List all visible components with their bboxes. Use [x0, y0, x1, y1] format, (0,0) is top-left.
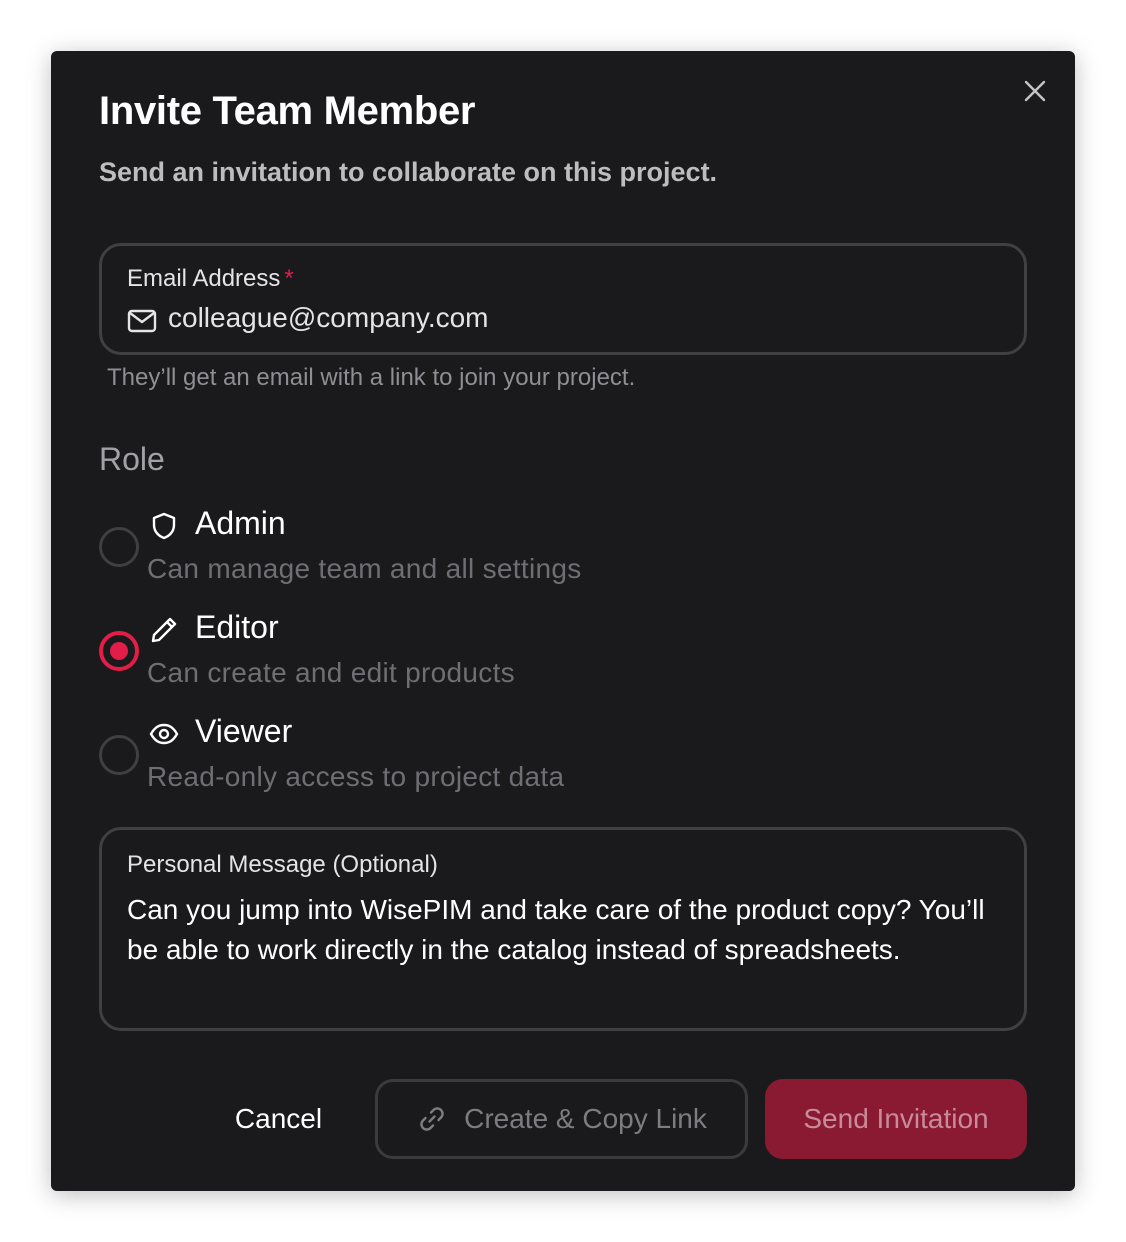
radio-editor[interactable]: [99, 631, 139, 671]
create-copy-link-button[interactable]: Create & Copy Link: [375, 1079, 748, 1159]
radio-admin[interactable]: [99, 527, 139, 567]
cancel-button[interactable]: Cancel: [211, 1080, 346, 1158]
personal-message-field[interactable]: Personal Message (Optional) Can you jump…: [99, 827, 1027, 1031]
eye-icon: [149, 723, 179, 745]
close-icon: [1024, 80, 1046, 102]
close-button[interactable]: [1021, 77, 1049, 105]
role-option-viewer[interactable]: Viewer Read-only access to project data: [99, 713, 799, 809]
role-section-label: Role: [99, 441, 165, 477]
email-input[interactable]: [168, 296, 988, 340]
email-field-label: Email Address *: [127, 265, 294, 293]
mail-icon: [127, 309, 157, 333]
email-label-text: Email Address: [127, 265, 281, 292]
role-name-viewer: Viewer: [195, 713, 293, 749]
role-desc-admin: Can manage team and all settings: [147, 553, 582, 584]
email-field-container: Email Address *: [99, 243, 1027, 355]
dialog-title: Invite Team Member: [99, 89, 476, 133]
radio-viewer[interactable]: [99, 735, 139, 775]
copy-link-label: Create & Copy Link: [464, 1103, 707, 1134]
message-label: Personal Message (Optional): [127, 851, 438, 878]
email-hint: They’ll get an email with a link to join…: [107, 364, 636, 391]
role-name-admin: Admin: [195, 505, 286, 541]
role-option-editor[interactable]: Editor Can create and edit products: [99, 609, 799, 705]
link-icon: [420, 1107, 444, 1131]
send-invitation-button[interactable]: Send Invitation: [765, 1079, 1027, 1159]
role-desc-editor: Can create and edit products: [147, 657, 515, 688]
invite-dialog: Invite Team Member Send an invitation to…: [51, 51, 1075, 1191]
shield-icon: [152, 512, 176, 540]
pencil-icon: [151, 617, 177, 643]
required-mark: *: [284, 265, 294, 292]
role-desc-viewer: Read-only access to project data: [147, 761, 565, 792]
role-name-editor: Editor: [195, 609, 279, 645]
message-textarea[interactable]: Can you jump into WisePIM and take care …: [127, 890, 1007, 970]
role-option-admin[interactable]: Admin Can manage team and all settings: [99, 505, 799, 601]
dialog-subtitle: Send an invitation to collaborate on thi…: [99, 157, 718, 187]
